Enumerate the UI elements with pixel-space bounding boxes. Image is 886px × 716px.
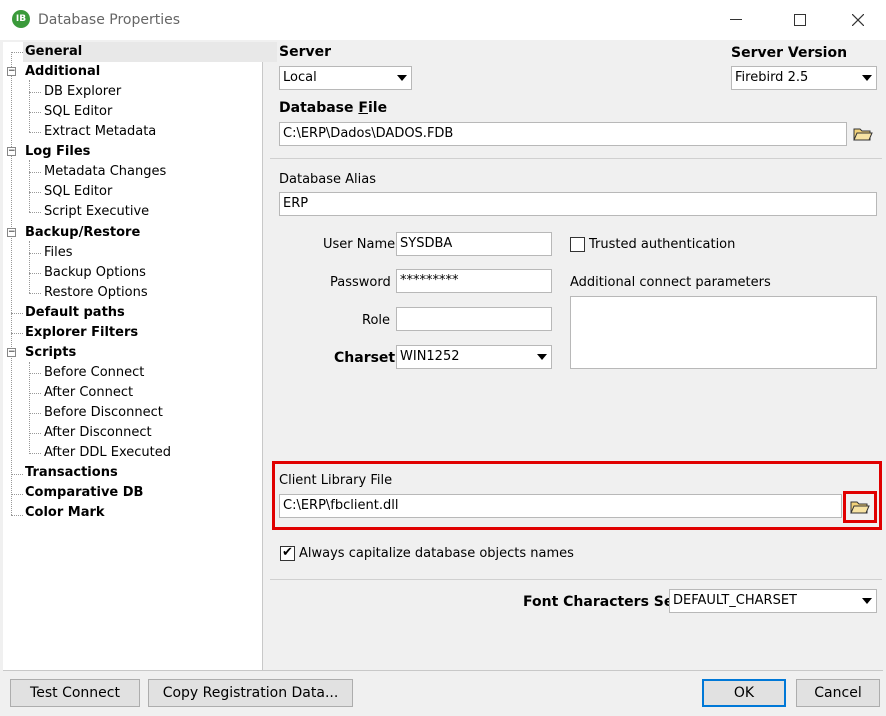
tree-item-metadata-changes[interactable]: Metadata Changes (44, 162, 166, 182)
trusted-auth-label: Trusted authentication (589, 237, 736, 252)
tree-item-general[interactable]: General (23, 42, 277, 62)
tree-item-color-mark[interactable]: Color Mark (25, 503, 105, 523)
client-library-label: Client Library File (279, 473, 393, 488)
tree-item-after-disconnect[interactable]: After Disconnect (44, 423, 152, 443)
database-file-label-pre: Database (279, 100, 359, 116)
user-name-label: User Name (323, 237, 396, 252)
tree-item-transactions[interactable]: Transactions (25, 463, 118, 483)
dropdown-arrow-icon[interactable] (858, 590, 876, 612)
tree-expand-icon[interactable]: − (7, 67, 16, 76)
database-alias-label: Database Alias (279, 172, 377, 187)
tree-item-explorer-filters[interactable]: Explorer Filters (25, 323, 138, 343)
trusted-auth-checkbox[interactable] (570, 237, 585, 252)
role-input[interactable] (396, 307, 552, 331)
tree-item-before-disconnect[interactable]: Before Disconnect (44, 403, 163, 423)
test-connect-button[interactable]: Test Connect (10, 679, 140, 707)
separator (270, 158, 882, 159)
client-library-input[interactable]: C:\ERP\fbclient.dll (279, 494, 842, 518)
server-version-value: Firebird 2.5 (735, 70, 809, 85)
password-label: Password (330, 275, 391, 290)
server-select[interactable]: Local (279, 66, 412, 90)
minimize-icon[interactable] (716, 6, 756, 34)
tree-item-log-files[interactable]: Log Files (25, 142, 90, 162)
app-icon: IB (12, 10, 30, 28)
tree-item-extract-metadata[interactable]: Extract Metadata (44, 122, 156, 142)
font-charset-label: Font Characters Set (523, 594, 681, 610)
additional-params-textarea[interactable] (570, 296, 877, 369)
font-charset-value: DEFAULT_CHARSET (673, 593, 797, 608)
options-tree[interactable]: − − − − General Additional DB Explorer S… (3, 42, 277, 670)
database-alias-input[interactable]: ERP (279, 192, 877, 216)
tree-item-comparative-db[interactable]: Comparative DB (25, 483, 143, 503)
charset-value: WIN1252 (400, 349, 460, 364)
database-file-label: Database File (279, 100, 387, 116)
tree-item-backup-options[interactable]: Backup Options (44, 263, 146, 283)
tree-expand-icon[interactable]: − (7, 228, 16, 237)
tree-item-script-executive[interactable]: Script Executive (44, 202, 149, 222)
server-label: Server (279, 44, 332, 60)
tree-item-after-connect[interactable]: After Connect (44, 383, 133, 403)
tree-expand-icon[interactable]: − (7, 147, 16, 156)
folder-open-icon[interactable] (847, 495, 873, 519)
cancel-button[interactable]: Cancel (796, 679, 880, 707)
dropdown-arrow-icon[interactable] (393, 67, 411, 89)
capitalize-label: Always capitalize database objects names (299, 546, 574, 561)
tree-item-scripts[interactable]: Scripts (25, 343, 76, 363)
database-file-label-accel: F (358, 100, 368, 116)
dropdown-arrow-icon[interactable] (858, 67, 876, 89)
database-file-input[interactable]: C:\ERP\Dados\DADOS.FDB (279, 122, 847, 146)
server-version-select[interactable]: Firebird 2.5 (731, 66, 877, 90)
title-bar: IB Database Properties (0, 0, 886, 40)
tree-item-sql-editor[interactable]: SQL Editor (44, 102, 112, 122)
charset-select[interactable]: WIN1252 (396, 345, 552, 369)
maximize-icon[interactable] (780, 6, 820, 34)
server-value: Local (283, 70, 317, 85)
tree-item-db-explorer[interactable]: DB Explorer (44, 82, 121, 102)
separator (270, 579, 882, 580)
additional-params-label: Additional connect parameters (570, 275, 771, 290)
role-label: Role (362, 313, 391, 328)
close-icon[interactable] (838, 6, 878, 34)
tree-item-before-connect[interactable]: Before Connect (44, 363, 144, 383)
tree-item-additional[interactable]: Additional (25, 62, 100, 82)
charset-label: Charset (334, 350, 396, 366)
copy-registration-button[interactable]: Copy Registration Data... (148, 679, 353, 707)
window-title: Database Properties (38, 12, 181, 28)
capitalize-checkbox[interactable] (280, 545, 295, 561)
tree-item-restore-options[interactable]: Restore Options (44, 283, 148, 303)
password-input[interactable]: ********* (396, 269, 552, 293)
ok-button[interactable]: OK (702, 679, 786, 707)
server-version-label: Server Version (731, 45, 848, 61)
tree-item-after-ddl-executed[interactable]: After DDL Executed (44, 443, 171, 463)
tree-item-default-paths[interactable]: Default paths (25, 303, 125, 323)
folder-open-icon[interactable] (850, 122, 876, 146)
database-file-label-post: ile (367, 100, 388, 116)
separator (3, 670, 883, 671)
tree-expand-icon[interactable]: − (7, 348, 16, 357)
user-name-input[interactable]: SYSDBA (396, 232, 552, 256)
tree-item-backup-restore[interactable]: Backup/Restore (25, 223, 140, 243)
tree-item-files[interactable]: Files (44, 243, 73, 263)
tree-item-log-sql-editor[interactable]: SQL Editor (44, 182, 112, 202)
dropdown-arrow-icon[interactable] (533, 346, 551, 368)
font-charset-select[interactable]: DEFAULT_CHARSET (669, 589, 877, 613)
